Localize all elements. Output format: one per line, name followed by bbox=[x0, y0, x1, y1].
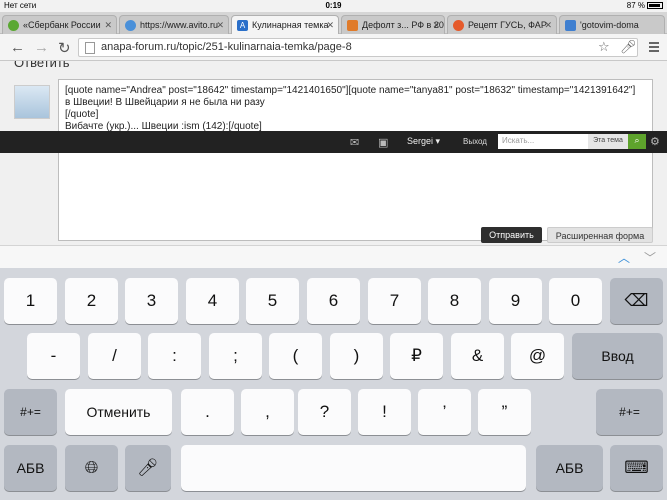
keyboard-hide-icon[interactable]: ⌨ bbox=[610, 445, 663, 491]
status-bar: Нет сети 0:19 87 % bbox=[0, 0, 667, 12]
reply-textarea[interactable]: [quote name="Andrea" post="18642" timest… bbox=[58, 79, 653, 241]
key-6[interactable]: 6 bbox=[307, 278, 360, 324]
tab-sberbank[interactable]: «Сбербанк России ✕ bbox=[2, 15, 117, 34]
user-menu[interactable]: Sergei ▾ bbox=[407, 136, 440, 147]
key-comma[interactable]: , bbox=[241, 389, 294, 435]
tab-avito[interactable]: https://www.avito.ru ✕ bbox=[119, 15, 229, 34]
reply-line: в Швеции! В Швейцарии я не была ни разу bbox=[65, 97, 265, 108]
avatar bbox=[14, 85, 50, 119]
keyboard-accessory-bar: ︿ ﹀ bbox=[0, 245, 667, 268]
address-bar: ← → ↻ anapa-forum.ru/topic/251-kulinarna… bbox=[0, 34, 667, 61]
messages-icon[interactable]: ✉ bbox=[350, 136, 359, 149]
avito-favicon-icon bbox=[125, 20, 136, 31]
back-arrow-icon[interactable]: ← bbox=[10, 39, 25, 56]
menu-icon[interactable] bbox=[649, 42, 659, 54]
forum-search-input[interactable]: Искать... bbox=[498, 134, 588, 149]
key-colon[interactable]: : bbox=[148, 333, 201, 379]
key-at[interactable]: @ bbox=[511, 333, 564, 379]
reload-icon[interactable]: ↻ bbox=[58, 39, 71, 57]
sberbank-favicon-icon bbox=[8, 20, 19, 31]
reply-form: Ответить [quote name="Andrea" post="1864… bbox=[0, 61, 667, 245]
key-open-paren[interactable]: ( bbox=[269, 333, 322, 379]
chevron-down-icon[interactable]: ﹀ bbox=[644, 249, 656, 266]
close-icon[interactable]: ✕ bbox=[216, 20, 224, 31]
undo-button[interactable]: Отменить bbox=[65, 389, 172, 435]
microphone-icon[interactable]: 🎤︎ bbox=[620, 39, 637, 55]
search-scope-button[interactable]: Эта тема bbox=[588, 134, 628, 149]
key-7[interactable]: 7 bbox=[368, 278, 421, 324]
globe-icon[interactable]: 🌐︎ bbox=[65, 445, 118, 491]
key-slash[interactable]: / bbox=[88, 333, 141, 379]
key-1[interactable]: 1 bbox=[4, 278, 57, 324]
tab-gotovim[interactable]: 'gotovim-doma bbox=[559, 15, 665, 34]
key-hyphen[interactable]: - bbox=[27, 333, 80, 379]
battery-status: 87 % bbox=[627, 1, 663, 10]
enter-button[interactable]: Ввод bbox=[572, 333, 663, 379]
space-bar[interactable] bbox=[181, 445, 526, 491]
symbols-toggle-right[interactable]: #+= bbox=[596, 389, 663, 435]
key-4[interactable]: 4 bbox=[186, 278, 239, 324]
status-time: 0:19 bbox=[325, 1, 342, 10]
anapa-favicon-icon: A bbox=[237, 20, 248, 31]
tab-strip: «Сбербанк России ✕ https://www.avito.ru ✕ … bbox=[0, 12, 667, 34]
reply-title: Ответить bbox=[14, 61, 70, 70]
key-exclamation[interactable]: ! bbox=[358, 389, 411, 435]
chevron-up-icon[interactable]: ︿ bbox=[618, 249, 630, 266]
key-semicolon[interactable]: ; bbox=[209, 333, 262, 379]
recipe-favicon-icon bbox=[453, 20, 464, 31]
symbols-toggle-left[interactable]: #+= bbox=[4, 389, 57, 435]
reply-line: [/quote] bbox=[65, 109, 99, 120]
reply-line: [quote name="Andrea" post="18642" timest… bbox=[65, 85, 636, 96]
key-0[interactable]: 0 bbox=[549, 278, 602, 324]
tab-kulinarnaia[interactable]: A Кулинарная темка ✕ bbox=[231, 15, 339, 34]
search-icon[interactable]: ⌕ bbox=[628, 134, 646, 149]
key-period[interactable]: . bbox=[181, 389, 234, 435]
key-ruble[interactable]: ₽ bbox=[390, 333, 443, 379]
chart-favicon-icon bbox=[347, 20, 358, 31]
key-question[interactable]: ? bbox=[298, 389, 351, 435]
microphone-icon[interactable]: 🎤︎ bbox=[125, 445, 171, 491]
key-apostrophe[interactable]: ’ bbox=[418, 389, 471, 435]
forum-user-bar: ✉ ▣ Sergei ▾ Выход Искать... Эта тема ⌕ … bbox=[0, 131, 667, 153]
key-5[interactable]: 5 bbox=[246, 278, 299, 324]
key-2[interactable]: 2 bbox=[65, 278, 118, 324]
key-3[interactable]: 3 bbox=[125, 278, 178, 324]
key-close-paren[interactable]: ) bbox=[330, 333, 383, 379]
key-8[interactable]: 8 bbox=[428, 278, 481, 324]
battery-icon bbox=[647, 2, 663, 10]
close-icon[interactable]: ✕ bbox=[104, 20, 112, 31]
forward-arrow-icon[interactable]: → bbox=[34, 39, 49, 56]
send-button[interactable]: Отправить bbox=[481, 227, 542, 243]
alphabet-toggle-left[interactable]: АБВ bbox=[4, 445, 57, 491]
gear-icon[interactable]: ⚙ bbox=[650, 135, 660, 148]
backspace-icon[interactable]: ⌫ bbox=[610, 278, 663, 324]
key-ampersand[interactable]: & bbox=[451, 333, 504, 379]
logout-link[interactable]: Выход bbox=[463, 137, 487, 146]
url-field[interactable]: anapa-forum.ru/topic/251-kulinarnaia-tem… bbox=[78, 38, 638, 57]
contacts-icon[interactable]: ▣ bbox=[378, 136, 388, 149]
alphabet-toggle-right[interactable]: АБВ bbox=[536, 445, 603, 491]
key-9[interactable]: 9 bbox=[489, 278, 542, 324]
on-screen-keyboard: 1 2 3 4 5 6 7 8 9 0 ⌫ - / : ; ( ) ₽ & @ … bbox=[0, 268, 667, 500]
bookmark-star-icon[interactable]: ☆ bbox=[598, 39, 610, 55]
close-icon[interactable]: ✕ bbox=[432, 20, 440, 31]
close-icon[interactable]: ✕ bbox=[326, 20, 334, 31]
tab-default[interactable]: Дефолт з... РФ в 20 ✕ bbox=[341, 15, 445, 34]
gotovim-favicon-icon bbox=[565, 20, 576, 31]
tab-recept[interactable]: Рецепт ГУСЬ, ФАР ✕ bbox=[447, 15, 557, 34]
advanced-form-button[interactable]: Расширенная форма bbox=[547, 227, 653, 243]
close-icon[interactable]: ✕ bbox=[544, 20, 552, 31]
page-icon bbox=[85, 42, 95, 54]
key-quote[interactable]: ” bbox=[478, 389, 531, 435]
